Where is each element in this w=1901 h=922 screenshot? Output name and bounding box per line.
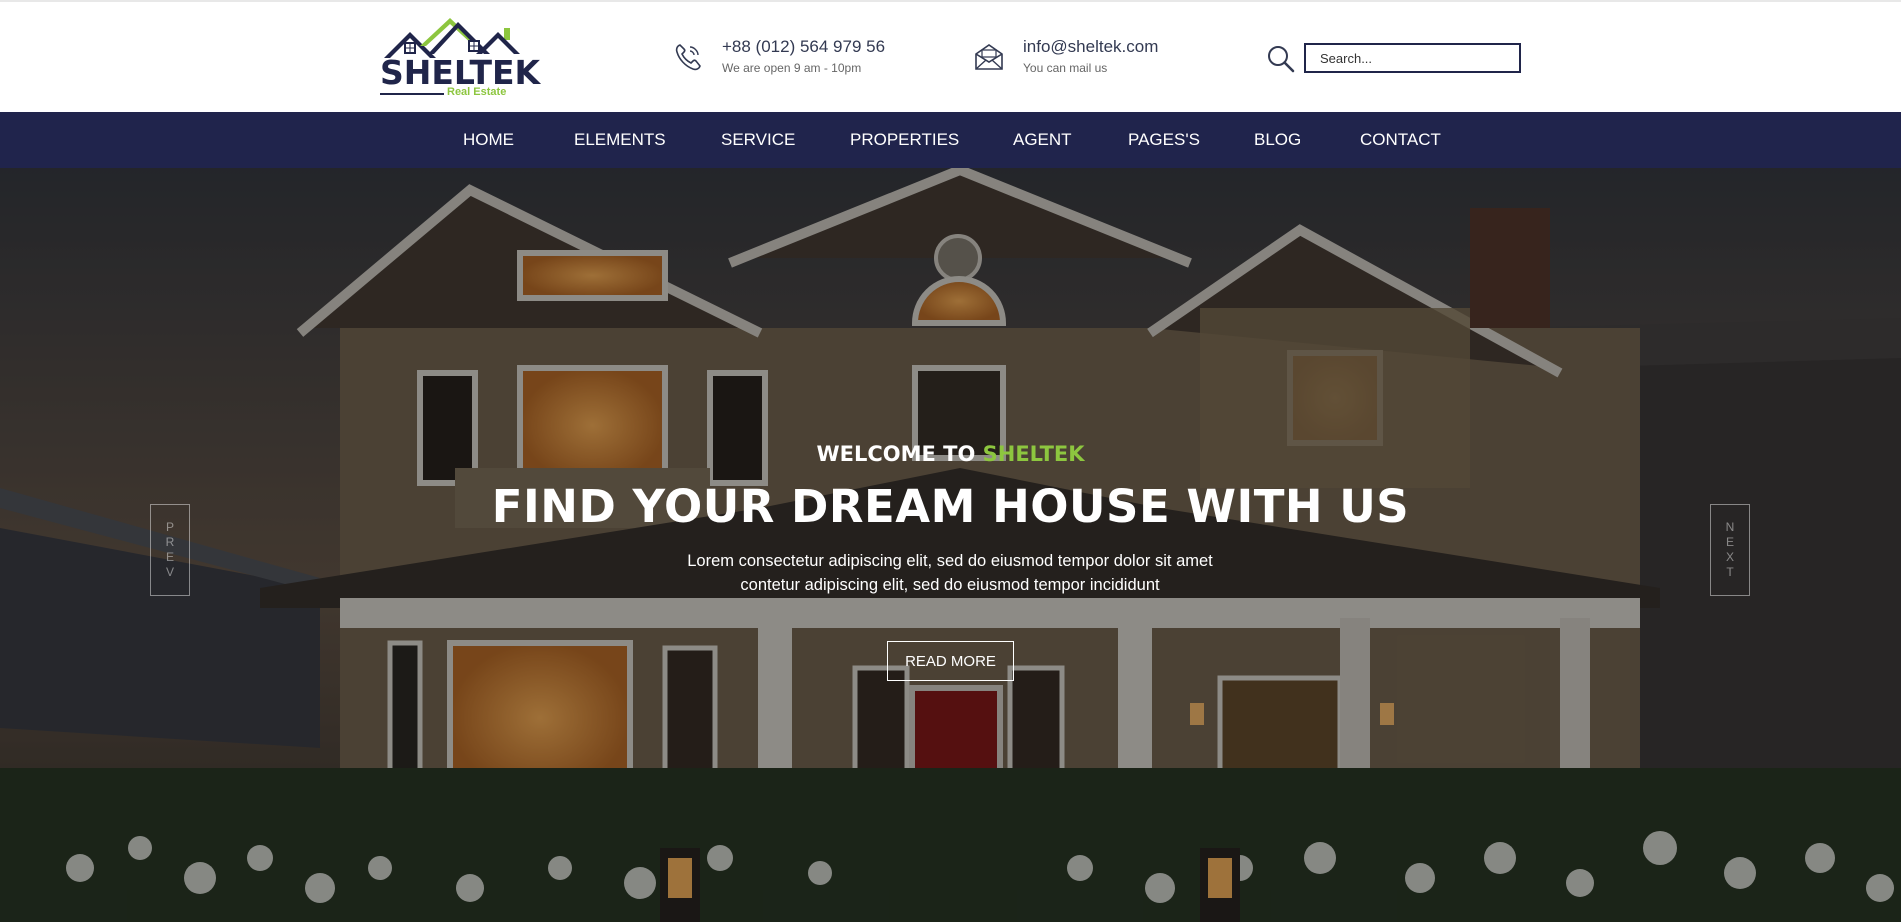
main-navigation: HOME ELEMENTS SERVICE PROPERTIES AGENT P… [0,112,1901,168]
prev-letter: V [165,565,174,579]
hero-headline: FIND YOUR DREAM HOUSE WITH US [491,480,1410,533]
logo-text: SHELTEK [380,53,541,92]
phone-contact: +88 (012) 564 979 56 We are open 9 am - … [672,37,902,78]
hero-slider: WELCOME TO SHELTEK FIND YOUR DREAM HOUSE… [0,168,1901,922]
nav-item-home[interactable]: HOME [463,112,514,168]
envelope-icon [975,44,1003,70]
email-address[interactable]: info@sheltek.com [1023,37,1158,57]
nav-item-elements[interactable]: ELEMENTS [574,112,666,168]
site-header: SHELTEK Real Estate +88 (012) 564 979 56… [0,0,1901,112]
next-letter: N [1725,520,1735,534]
nav-item-blog[interactable]: BLOG [1254,112,1301,168]
logo-underline [380,93,444,95]
prev-letter: R [165,535,175,549]
search-input[interactable] [1304,43,1521,73]
read-more-button[interactable]: READ MORE [887,641,1014,681]
logo-subtitle: Real Estate [447,86,507,98]
logo[interactable]: SHELTEK Real Estate [380,14,540,102]
email-note: You can mail us [1023,61,1108,75]
welcome-prefix: WELCOME TO [816,442,976,466]
search-icon[interactable] [1266,44,1296,74]
nav-item-properties[interactable]: PROPERTIES [850,112,959,168]
prev-slide-button[interactable]: P R E V [150,504,190,596]
hero-dark-overlay [0,168,1901,922]
hero-welcome: WELCOME TO SHELTEK [0,442,1901,466]
phone-hours: We are open 9 am - 10pm [722,61,862,75]
email-contact: info@sheltek.com You can mail us [973,37,1203,78]
phone-icon [675,44,701,71]
prev-letter: E [165,550,174,564]
next-letter: E [1725,535,1734,549]
prev-letter: P [165,520,174,534]
nav-item-agent[interactable]: AGENT [1013,112,1072,168]
hero-lead-line-1: Lorem consectetur adipiscing elit, sed d… [687,552,1213,570]
phone-number[interactable]: +88 (012) 564 979 56 [722,37,885,57]
hero-lead-line-2: contetur adipiscing elit, sed do eiusmod… [740,576,1160,594]
welcome-brand: SHELTEK [982,442,1085,466]
house-roof-icon [384,18,520,58]
next-letter: X [1725,550,1734,564]
next-letter: T [1726,565,1734,579]
nav-item-service[interactable]: SERVICE [721,112,795,168]
nav-item-pages[interactable]: PAGES'S [1128,112,1200,168]
nav-item-contact[interactable]: CONTACT [1360,112,1441,168]
hero-lead: Lorem consectetur adipiscing elit, sed d… [600,549,1300,597]
next-slide-button[interactable]: N E X T [1710,504,1750,596]
